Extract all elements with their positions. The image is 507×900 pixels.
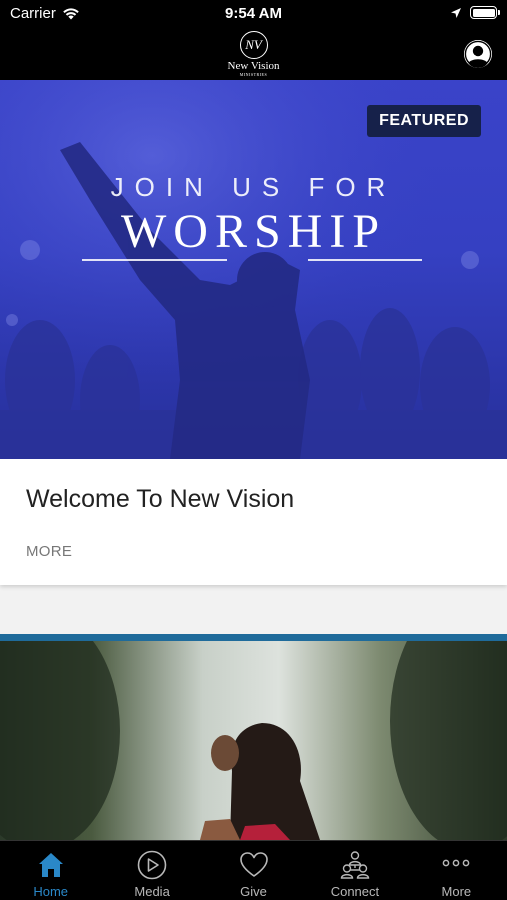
featured-badge: FEATURED	[367, 105, 481, 137]
second-card[interactable]	[0, 634, 507, 840]
user-icon	[464, 40, 492, 68]
hero-line-2: WORSHIP	[120, 205, 387, 258]
prayer-image	[0, 634, 507, 840]
app-logo: NV New Vision MINISTRIES	[214, 31, 294, 77]
more-icon	[442, 859, 470, 867]
featured-card[interactable]: FEATURED JOIN US FOR WORSHIP Welcome To …	[0, 80, 507, 585]
tab-label: More	[441, 884, 472, 899]
tab-label: Give	[240, 884, 267, 899]
tab-label: Home	[33, 884, 69, 899]
status-right	[450, 6, 500, 19]
status-time: 9:54 AM	[225, 5, 282, 22]
logo-name: New Vision	[227, 60, 280, 72]
location-arrow-icon	[451, 7, 461, 18]
people-icon	[340, 851, 370, 879]
play-icon	[137, 850, 167, 880]
hero-divider-right	[308, 259, 422, 261]
hero-divider-left	[82, 259, 227, 261]
praying-woman-image	[0, 634, 507, 840]
profile-button[interactable]	[464, 40, 492, 68]
more-link[interactable]: MORE	[26, 543, 72, 560]
card-accent-stripe	[0, 634, 507, 641]
tab-home[interactable]: Home	[0, 841, 101, 900]
logo-subtitle: MINISTRIES	[239, 72, 268, 77]
tab-bar: Home Media Give Connect More	[0, 840, 507, 900]
tab-more[interactable]: More	[406, 841, 507, 900]
tab-label: Connect	[330, 884, 380, 899]
home-icon	[38, 853, 63, 877]
card-title: Welcome To New Vision	[26, 485, 295, 513]
heart-icon	[239, 852, 268, 877]
tab-give[interactable]: Give	[203, 841, 304, 900]
status-bar: Carrier 9:54 AM	[0, 0, 507, 28]
tab-label: Media	[134, 884, 170, 899]
tab-connect[interactable]: Connect	[304, 841, 405, 900]
tab-media[interactable]: Media	[101, 841, 202, 900]
logo-monogram: NV	[239, 31, 268, 59]
featured-hero-image: FEATURED JOIN US FOR WORSHIP	[0, 80, 507, 459]
battery-icon	[470, 6, 500, 19]
app-header: NV New Vision MINISTRIES	[0, 28, 507, 80]
hero-overlay-text: JOIN US FOR WORSHIP	[0, 172, 507, 259]
hero-line-1: JOIN US FOR	[110, 172, 397, 202]
